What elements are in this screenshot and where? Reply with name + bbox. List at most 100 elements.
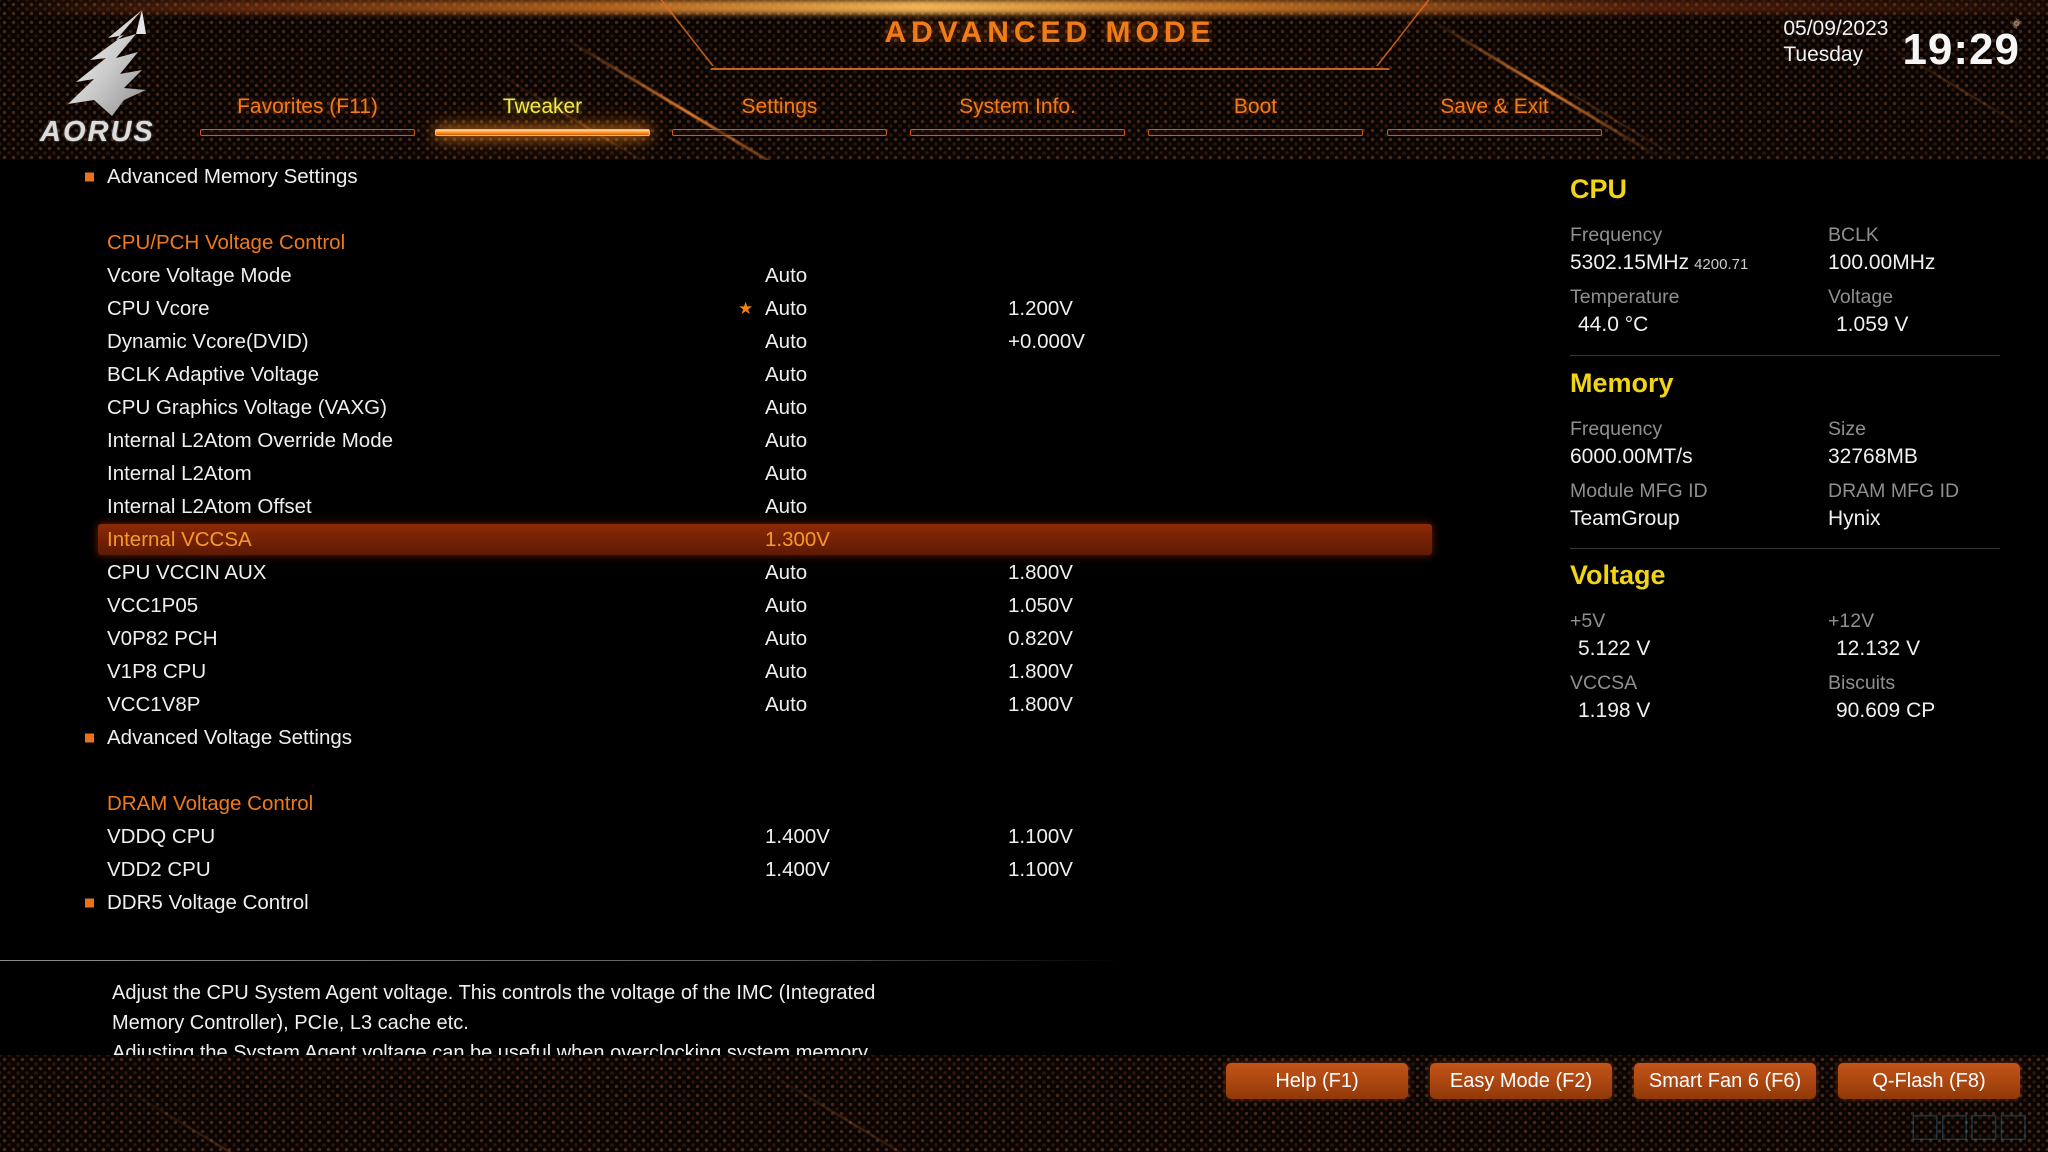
setting-label: Internal L2Atom (107, 461, 252, 485)
settings-row-vcore-voltage-mode[interactable]: Vcore Voltage Mode Auto (0, 259, 1530, 292)
setting-label: V1P8 CPU (107, 659, 207, 683)
cpu-temperature-label: Temperature (1570, 286, 1680, 308)
nav-tab-save-exit[interactable]: Save & Exit (1387, 95, 1602, 136)
settings-row-internal-l2atom[interactable]: Internal L2Atom Auto (0, 457, 1530, 490)
cpu-bclk-label: BCLK (1828, 224, 1879, 246)
watermark: □□□□ (1912, 1102, 2030, 1149)
voltage-biscuits-value: 90.609 CP (1836, 699, 1936, 722)
cpu-temperature-value: 44.0 °C (1578, 313, 1649, 336)
setting-readout: 1.800V (1008, 659, 1073, 683)
setting-value[interactable]: Auto (765, 462, 807, 486)
nav-tab-settings[interactable]: Settings (672, 95, 887, 136)
time-text: 19:29 (1902, 25, 2020, 75)
setting-value[interactable]: Auto (765, 660, 807, 684)
memory-panel-title: Memory (1570, 368, 1674, 398)
favorite-star-icon[interactable]: ★ (738, 300, 753, 317)
settings-row-internal-vccsa[interactable]: Internal VCCSA 1.300V (0, 523, 1530, 556)
settings-list: Advanced Memory Settings CPU/PCH Voltage… (0, 160, 1530, 919)
footer-bar: Help (F1) Easy Mode (F2) Smart Fan 6 (F6… (0, 1055, 2048, 1152)
setting-value[interactable]: Auto (765, 330, 807, 354)
setting-readout: 0.820V (1008, 626, 1073, 650)
setting-label: Vcore Voltage Mode (107, 263, 292, 287)
settings-row-vcc1v8p[interactable]: VCC1V8P Auto 1.800V (0, 688, 1530, 721)
settings-row-v1p8-cpu[interactable]: V1P8 CPU Auto 1.800V (0, 655, 1530, 688)
settings-row-vddq-cpu[interactable]: VDDQ CPU 1.400V 1.100V (0, 820, 1530, 853)
setting-label: VDDQ CPU (107, 824, 216, 848)
setting-value[interactable]: Auto (765, 264, 807, 288)
date-block: 05/09/2023 Tuesday (1783, 16, 1888, 71)
setting-label: CPU VCCIN AUX (107, 560, 267, 584)
setting-readout: 1.100V (1008, 824, 1073, 848)
memory-frequency-label: Frequency (1570, 418, 1663, 440)
settings-row-bclk-adaptive-voltage[interactable]: BCLK Adaptive Voltage Auto (0, 358, 1530, 391)
nav-tab-label: Tweaker (502, 95, 583, 118)
submenu-bullet-icon (85, 172, 94, 181)
setting-readout: 1.800V (1008, 692, 1073, 716)
setting-label: DDR5 Voltage Control (107, 890, 309, 914)
decorative-streak (119, 1085, 344, 1152)
settings-row-v0p82-pch[interactable]: V0P82 PCH Auto 0.820V (0, 622, 1530, 655)
setting-value[interactable]: 1.300V (765, 528, 830, 552)
setting-value[interactable]: Auto (765, 396, 807, 420)
easy-mode-f2-button[interactable]: Easy Mode (F2) (1430, 1063, 1612, 1099)
settings-row-dynamic-vcore-dvid[interactable]: Dynamic Vcore(DVID) Auto +0.000V (0, 325, 1530, 358)
memory-panel-grid: Frequency Size 6000.00MT/s 32768MB Modul… (1570, 409, 2048, 531)
nav-tab-favorites[interactable]: Favorites (F11) (200, 95, 415, 136)
settings-row-vcc1p05[interactable]: VCC1P05 Auto 1.050V (0, 589, 1530, 622)
nav-tab-label: Settings (741, 95, 818, 118)
settings-row-cpu-vccin-aux[interactable]: CPU VCCIN AUX Auto 1.800V (0, 556, 1530, 589)
voltage-biscuits-label: Biscuits (1828, 672, 1896, 694)
setting-readout: 1.800V (1008, 560, 1073, 584)
settings-row-advanced-memory-settings[interactable]: Advanced Memory Settings (0, 160, 1530, 193)
settings-row-cpu-vcore[interactable]: CPU Vcore ★ Auto 1.200V (0, 292, 1530, 325)
help-line-1: Adjust the CPU System Agent voltage. Thi… (112, 982, 876, 1004)
nav-tab-tweaker[interactable]: Tweaker (435, 95, 650, 136)
setting-value[interactable]: Auto (765, 363, 807, 387)
settings-row-cpu-graphics-voltage-vaxg[interactable]: CPU Graphics Voltage (VAXG) Auto (0, 391, 1530, 424)
section-label: DRAM Voltage Control (107, 791, 314, 815)
nav-tab-underline (672, 129, 887, 136)
settings-section-cpu-pch-voltage-control: CPU/PCH Voltage Control (0, 226, 1530, 259)
setting-value[interactable]: Auto (765, 627, 807, 651)
voltage-5v-value: 5.122 V (1578, 637, 1651, 660)
voltage-vccsa-value: 1.198 V (1578, 699, 1651, 722)
setting-readout: 1.200V (1008, 296, 1073, 320)
cpu-panel-title: CPU (1570, 174, 1628, 204)
voltage-panel-grid: +5V +12V 5.122 V 12.132 V VCCSA Biscuits… (1570, 601, 2048, 723)
date-text: 05/09/2023 (1783, 17, 1889, 40)
memory-frequency-value: 6000.00MT/s (1570, 445, 1693, 468)
setting-readout: 1.100V (1008, 857, 1073, 881)
voltage-12v-label: +12V (1828, 610, 1875, 632)
setting-value[interactable]: Auto (765, 297, 807, 321)
setting-value[interactable]: Auto (765, 429, 807, 453)
setting-label: Internal L2Atom Offset (107, 494, 312, 518)
settings-row-advanced-voltage-settings[interactable]: Advanced Voltage Settings (0, 721, 1530, 754)
setting-value[interactable]: 1.400V (765, 858, 830, 882)
memory-module-mfg-value: TeamGroup (1570, 507, 1680, 530)
settings-row-ddr5-voltage-control[interactable]: DDR5 Voltage Control (0, 886, 1530, 919)
cpu-frequency-label: Frequency (1570, 224, 1663, 246)
settings-row-internal-l2atom-offset[interactable]: Internal L2Atom Offset Auto (0, 490, 1530, 523)
setting-value[interactable]: 1.400V (765, 825, 830, 849)
submenu-bullet-icon (85, 898, 94, 907)
nav-tab-label: Boot (1233, 95, 1278, 118)
settings-row-spacer (0, 754, 1530, 787)
voltage-panel-title: Voltage (1570, 560, 1666, 590)
nav-tab-system-info[interactable]: System Info. (910, 95, 1125, 136)
nav-tab-boot[interactable]: Boot (1148, 95, 1363, 136)
setting-value[interactable]: Auto (765, 561, 807, 585)
setting-label: CPU Graphics Voltage (VAXG) (107, 395, 387, 419)
memory-size-label: Size (1828, 418, 1866, 440)
setting-value[interactable]: Auto (765, 693, 807, 717)
settings-row-internal-l2atom-override-mode[interactable]: Internal L2Atom Override Mode Auto (0, 424, 1530, 457)
setting-value[interactable]: Auto (765, 594, 807, 618)
q-flash-f8-button[interactable]: Q-Flash (F8) (1838, 1063, 2020, 1099)
smart-fan-f6-button[interactable]: Smart Fan 6 (F6) (1634, 1063, 1816, 1099)
setting-readout: 1.050V (1008, 593, 1073, 617)
setting-value[interactable]: Auto (765, 495, 807, 519)
memory-dram-mfg-label: DRAM MFG ID (1828, 480, 1960, 502)
setting-label: Internal VCCSA (107, 527, 252, 551)
settings-section-dram-voltage-control: DRAM Voltage Control (0, 787, 1530, 820)
help-f1-button[interactable]: Help (F1) (1226, 1063, 1408, 1099)
settings-row-vdd2-cpu[interactable]: VDD2 CPU 1.400V 1.100V (0, 853, 1530, 886)
